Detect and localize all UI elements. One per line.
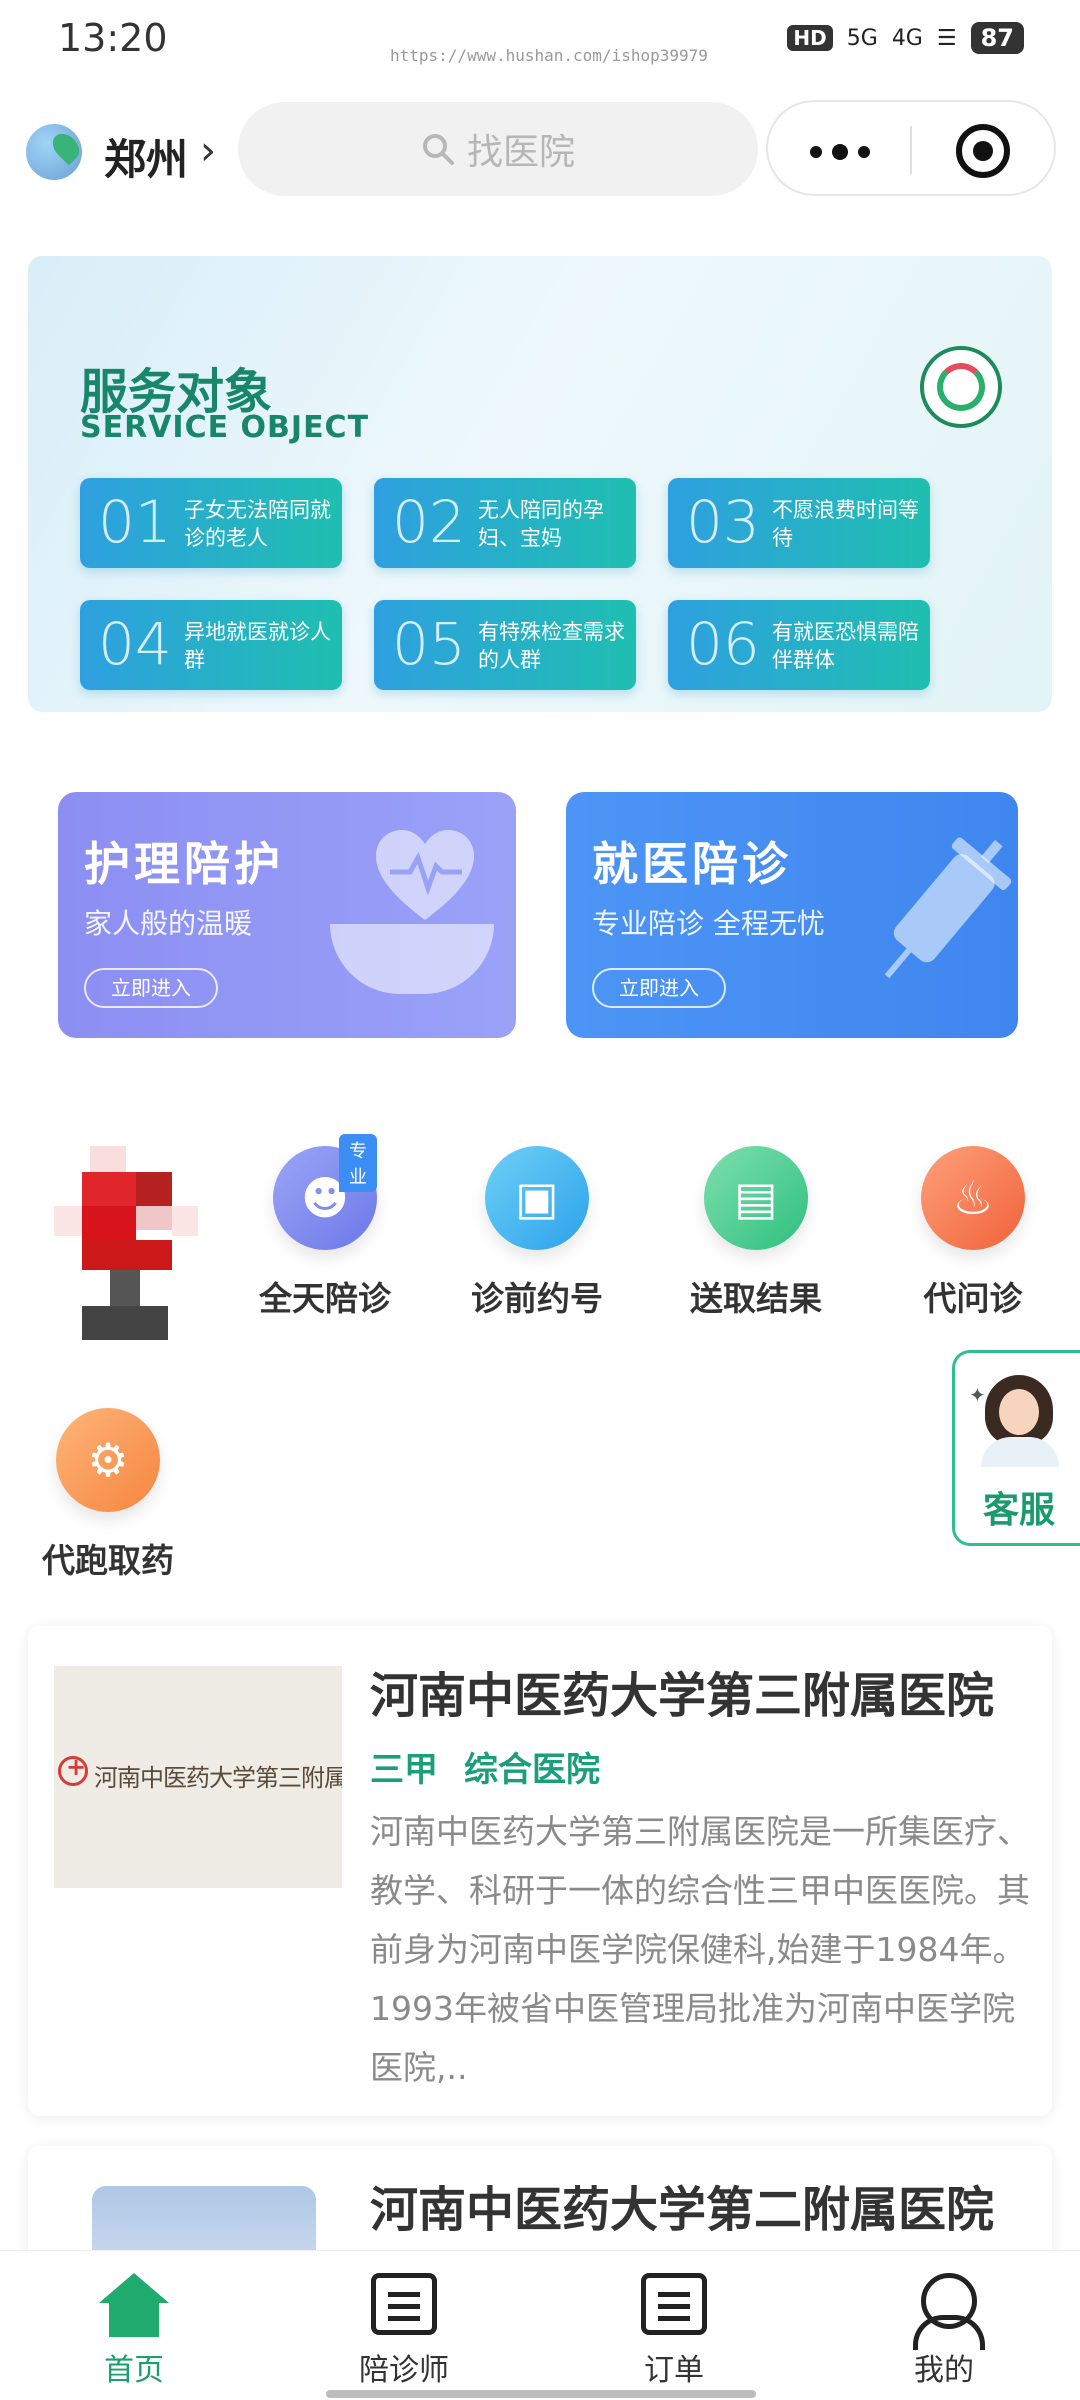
badge-professional: 专业	[339, 1134, 377, 1192]
tag-grade: 三甲	[370, 1750, 438, 1790]
enter-button[interactable]: 立即进入	[84, 968, 218, 1008]
item-text: 有就医恐惧需陪伴群体	[772, 620, 919, 672]
hospital-name: 河南中医药大学第二附属医院	[370, 2182, 995, 2238]
city-selector[interactable]: 郑州	[104, 126, 188, 187]
tab-mine[interactable]: 我的	[864, 2273, 1024, 2389]
miniprogram-capsule	[766, 100, 1056, 196]
bottom-tab-bar: 首页 陪诊师 订单 我的	[0, 2250, 1080, 2400]
search-input[interactable]: 找医院	[238, 102, 758, 196]
item-text: 无人陪同的孕妇、宝妈	[478, 498, 604, 550]
hospital-thumbnail: 河南中医药大学第三附属医	[54, 1666, 342, 1888]
syringe-icon	[884, 837, 1012, 979]
tag-type: 综合医院	[464, 1750, 600, 1790]
thumbnail-calligraphy: 河南中医药大学第三附属医	[94, 1764, 342, 1792]
tab-label: 陪诊师	[359, 2353, 449, 2388]
banner-subtitle: SERVICE OBJECT	[80, 410, 370, 445]
service-label: 全天陪诊	[259, 1279, 391, 1318]
item-text: 子女无法陪同就诊的老人	[184, 498, 331, 550]
heart-pulse-icon	[376, 830, 474, 920]
item-number: 06	[686, 610, 760, 678]
service-label: 诊前约号	[471, 1279, 603, 1318]
customer-service-label: 客服	[982, 1490, 1055, 1531]
service-deliver-results[interactable]: ▤ 送取结果	[676, 1146, 836, 1320]
watermark-url: https://www.hushan.com/ishop39979	[390, 46, 708, 65]
app-screen: 13:20 https://www.hushan.com/ishop39979 …	[0, 0, 1080, 2400]
hospital-name: 河南中医药大学第三附属医院	[370, 1668, 995, 1724]
status-icons: HD 5G 4G ☰ 87	[787, 22, 1024, 54]
order-list-icon	[641, 2273, 707, 2335]
search-placeholder: 找医院	[466, 132, 575, 173]
item-number: 05	[392, 610, 466, 678]
hospital-card[interactable]: 河南中医药大学第三附属医 河南中医药大学第三附属医院 三甲 综合医院 河南中医药…	[28, 1626, 1052, 2116]
customer-service-button[interactable]: ✦ 客服	[952, 1350, 1080, 1546]
sparkle-icon: ✦	[969, 1383, 986, 1407]
user-icon	[909, 2273, 985, 2350]
agent-avatar-icon	[985, 1375, 1053, 1445]
computer-monitor-icon: ▣	[485, 1146, 589, 1250]
chevron-right-icon[interactable]: ›	[200, 128, 216, 174]
close-miniprogram-button[interactable]	[956, 124, 1010, 178]
tab-orders[interactable]: 订单	[594, 2273, 754, 2389]
enter-button[interactable]: 立即进入	[592, 968, 726, 1008]
more-options-button[interactable]	[810, 144, 870, 160]
service-object-item: 01 子女无法陪同就诊的老人	[80, 478, 342, 568]
card-subtitle: 专业陪诊 全程无忧	[592, 907, 825, 940]
hospital-tags: 三甲 综合医院	[370, 1742, 600, 1791]
status-time: 13:20	[58, 16, 168, 60]
service-pre-appointment[interactable]: ▣ 诊前约号	[462, 1146, 612, 1320]
item-number: 01	[98, 488, 172, 556]
pixelated-logo-image	[54, 1146, 198, 1342]
service-object-item: 03 不愿浪费时间等待	[668, 478, 930, 568]
service-proxy-consultation[interactable]: ♨ 代问诊	[898, 1146, 1048, 1320]
status-bar: 13:20 https://www.hushan.com/ishop39979 …	[0, 0, 1080, 88]
service-object-banner[interactable]: 服务对象 SERVICE OBJECT 01 子女无法陪同就诊的老人 02 无人…	[28, 256, 1052, 712]
service-object-item: 05 有特殊检查需求的人群	[374, 600, 636, 690]
tab-label: 首页	[104, 2353, 164, 2388]
item-text: 不愿浪费时间等待	[772, 498, 919, 550]
tab-label: 我的	[914, 2353, 974, 2388]
medical-escort-card[interactable]: 就医陪诊 专业陪诊 全程无忧 立即进入	[566, 792, 1018, 1038]
battery-icon: 87	[970, 22, 1024, 54]
service-label: 送取结果	[690, 1279, 822, 1318]
nursing-care-card[interactable]: 护理陪护 家人般的温暖 立即进入	[58, 792, 516, 1038]
tab-label: 订单	[644, 2353, 704, 2388]
card-title: 护理陪护	[84, 837, 284, 891]
tab-home[interactable]: 首页	[54, 2273, 214, 2389]
item-text: 异地就医就诊人群	[184, 620, 331, 672]
list-icon	[371, 2273, 437, 2335]
hand-icon	[330, 924, 494, 994]
card-subtitle: 家人般的温暖	[84, 907, 253, 940]
wifi-icon: ☰	[936, 25, 957, 51]
document-icon: ▤	[704, 1146, 808, 1250]
hd-icon: HD	[787, 25, 833, 51]
signal-4g-icon: 4G	[891, 25, 923, 51]
hospital-description: 河南中医药大学第三附属医院是一所集医疗、教学、科研于一体的综合性三甲中医医院。其…	[370, 1812, 1030, 2087]
escort-person-icon: ☻ 专业	[273, 1134, 377, 1250]
shopping-bag-icon: ⚙	[56, 1408, 160, 1512]
home-indicator[interactable]	[326, 2390, 756, 2398]
service-object-item: 04 异地就医就诊人群	[80, 600, 342, 690]
bathtub-icon: ♨	[921, 1146, 1025, 1250]
signal-5g-icon: 5G	[846, 25, 878, 51]
service-all-day-escort[interactable]: ☻ 专业 全天陪诊	[250, 1134, 400, 1320]
item-text: 有特殊检查需求的人群	[478, 620, 625, 672]
tab-escorts[interactable]: 陪诊师	[324, 2273, 484, 2389]
brand-logo-icon	[920, 346, 1002, 428]
item-number: 03	[686, 488, 760, 556]
home-icon	[99, 2273, 169, 2339]
hospital-cross-icon	[58, 1753, 88, 1786]
search-icon	[422, 134, 454, 165]
service-label: 代问诊	[923, 1279, 1023, 1318]
item-number: 04	[98, 610, 172, 678]
service-object-item: 06 有就医恐惧需陪伴群体	[668, 600, 930, 690]
card-title: 就医陪诊	[592, 837, 792, 891]
service-medicine-pickup[interactable]: ⚙ 代跑取药	[28, 1408, 188, 1582]
service-object-item: 02 无人陪同的孕妇、宝妈	[374, 478, 636, 568]
service-label: 代跑取药	[42, 1541, 174, 1580]
item-number: 02	[392, 488, 466, 556]
capsule-divider	[910, 126, 912, 174]
